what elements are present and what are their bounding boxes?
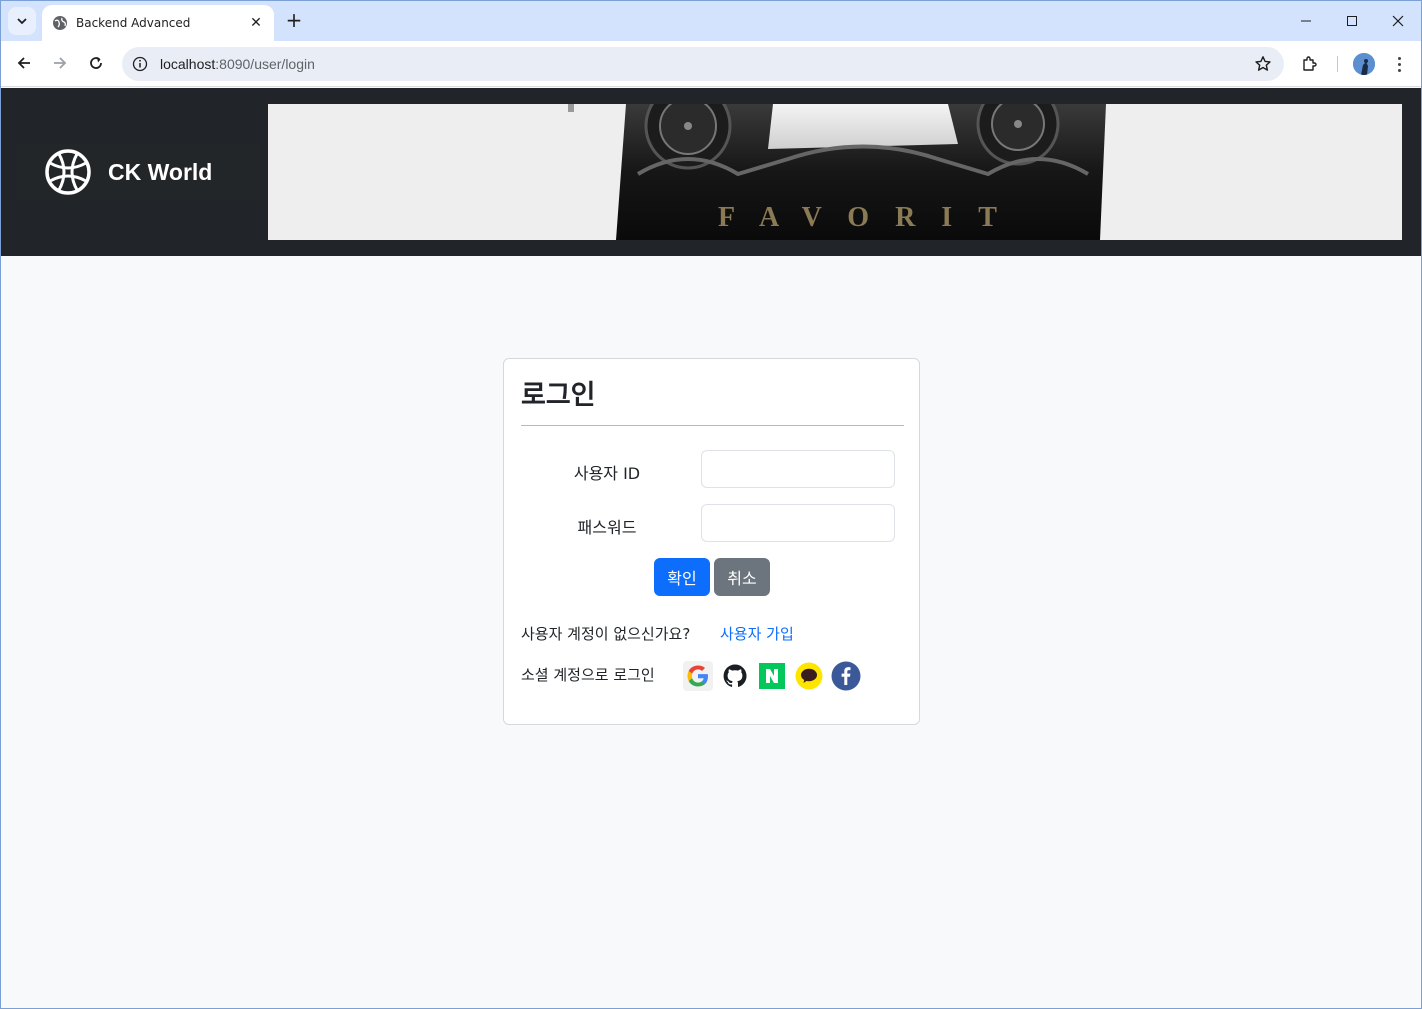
tab-title: Backend Advanced	[76, 16, 191, 30]
header-banner-image: FAVORIT	[268, 104, 1402, 240]
forward-button[interactable]	[46, 49, 74, 77]
site-header: CK World FAVORIT	[1, 88, 1421, 256]
profile-avatar[interactable]	[1353, 53, 1375, 75]
url-text[interactable]: localhost:8090/user/login	[160, 56, 315, 72]
close-window-button[interactable]	[1375, 1, 1421, 41]
browser-toolbar: localhost:8090/user/login	[1, 41, 1421, 87]
github-login-button[interactable]	[720, 661, 750, 691]
no-account-text: 사용자 계정이 없으신가요?	[521, 625, 691, 643]
info-icon[interactable]	[132, 56, 148, 72]
signup-link[interactable]: 사용자 가입	[720, 623, 794, 644]
login-card: 로그인 사용자 ID 패스워드 확인 취소 사용자 계정이 없으신가요? 사용자…	[503, 358, 920, 725]
browser-menu-button[interactable]	[1389, 51, 1409, 77]
back-button[interactable]	[10, 49, 38, 77]
page-content: CK World FAVORIT 로그인 사용자 ID 패스워드 확인 취소 사…	[1, 88, 1421, 1008]
extensions-button[interactable]	[1297, 51, 1323, 77]
facebook-login-button[interactable]	[831, 661, 861, 691]
close-icon	[1392, 15, 1404, 27]
menu-dot	[1397, 68, 1401, 72]
kakao-icon	[795, 662, 823, 690]
tab-close-button[interactable]: ✕	[248, 15, 264, 31]
google-login-button[interactable]	[683, 661, 713, 691]
banner-brand-text: FAVORIT	[718, 202, 1023, 233]
kakao-login-button[interactable]	[794, 661, 824, 691]
address-bar[interactable]: localhost:8090/user/login	[122, 47, 1284, 81]
minimize-icon	[1301, 20, 1311, 22]
cancel-button[interactable]: 취소	[714, 558, 770, 596]
arrow-right-icon	[54, 57, 67, 69]
tab-search-button[interactable]	[8, 7, 36, 35]
bookmark-star-icon[interactable]	[1254, 55, 1272, 73]
brand-name: CK World	[108, 158, 213, 185]
naver-login-button[interactable]	[757, 661, 787, 691]
maximize-button[interactable]	[1329, 1, 1375, 41]
minimize-button[interactable]	[1283, 1, 1329, 41]
google-icon	[687, 665, 708, 687]
user-id-label: 사용자 ID	[573, 464, 641, 483]
puzzle-icon	[1303, 56, 1317, 71]
avatar-icon	[1353, 53, 1375, 75]
menu-dot	[1397, 56, 1401, 60]
new-tab-button[interactable]: +	[283, 8, 305, 32]
maximize-icon	[1347, 16, 1357, 26]
naver-icon	[759, 663, 785, 689]
globe-logo-icon	[45, 149, 91, 195]
menu-dot	[1397, 62, 1401, 66]
globe-icon	[53, 16, 67, 30]
url-host: localhost	[160, 56, 216, 72]
social-login-text: 소셜 계정으로 로그인	[521, 666, 655, 684]
url-path: :8090/user/login	[215, 56, 315, 72]
title-divider	[521, 425, 904, 426]
toolbar-divider	[1337, 56, 1338, 72]
typewriter-image: FAVORIT	[268, 104, 1402, 240]
reload-button[interactable]	[82, 49, 110, 77]
login-title: 로그인	[521, 380, 596, 411]
browser-tab[interactable]: Backend Advanced ✕	[42, 5, 274, 41]
github-icon	[723, 664, 747, 688]
reload-icon	[90, 57, 102, 69]
password-input[interactable]	[701, 504, 895, 542]
arrow-left-icon	[17, 57, 30, 69]
password-label: 패스워드	[577, 518, 637, 537]
brand-link[interactable]: CK World	[16, 143, 259, 201]
browser-window: Backend Advanced ✕ + localhost:8090/user…	[0, 0, 1422, 1009]
chevron-down-icon	[17, 18, 27, 25]
tab-bar: Backend Advanced ✕ +	[1, 1, 1421, 41]
facebook-icon	[831, 661, 861, 691]
confirm-button[interactable]: 확인	[654, 558, 710, 596]
user-id-input[interactable]	[701, 450, 895, 488]
